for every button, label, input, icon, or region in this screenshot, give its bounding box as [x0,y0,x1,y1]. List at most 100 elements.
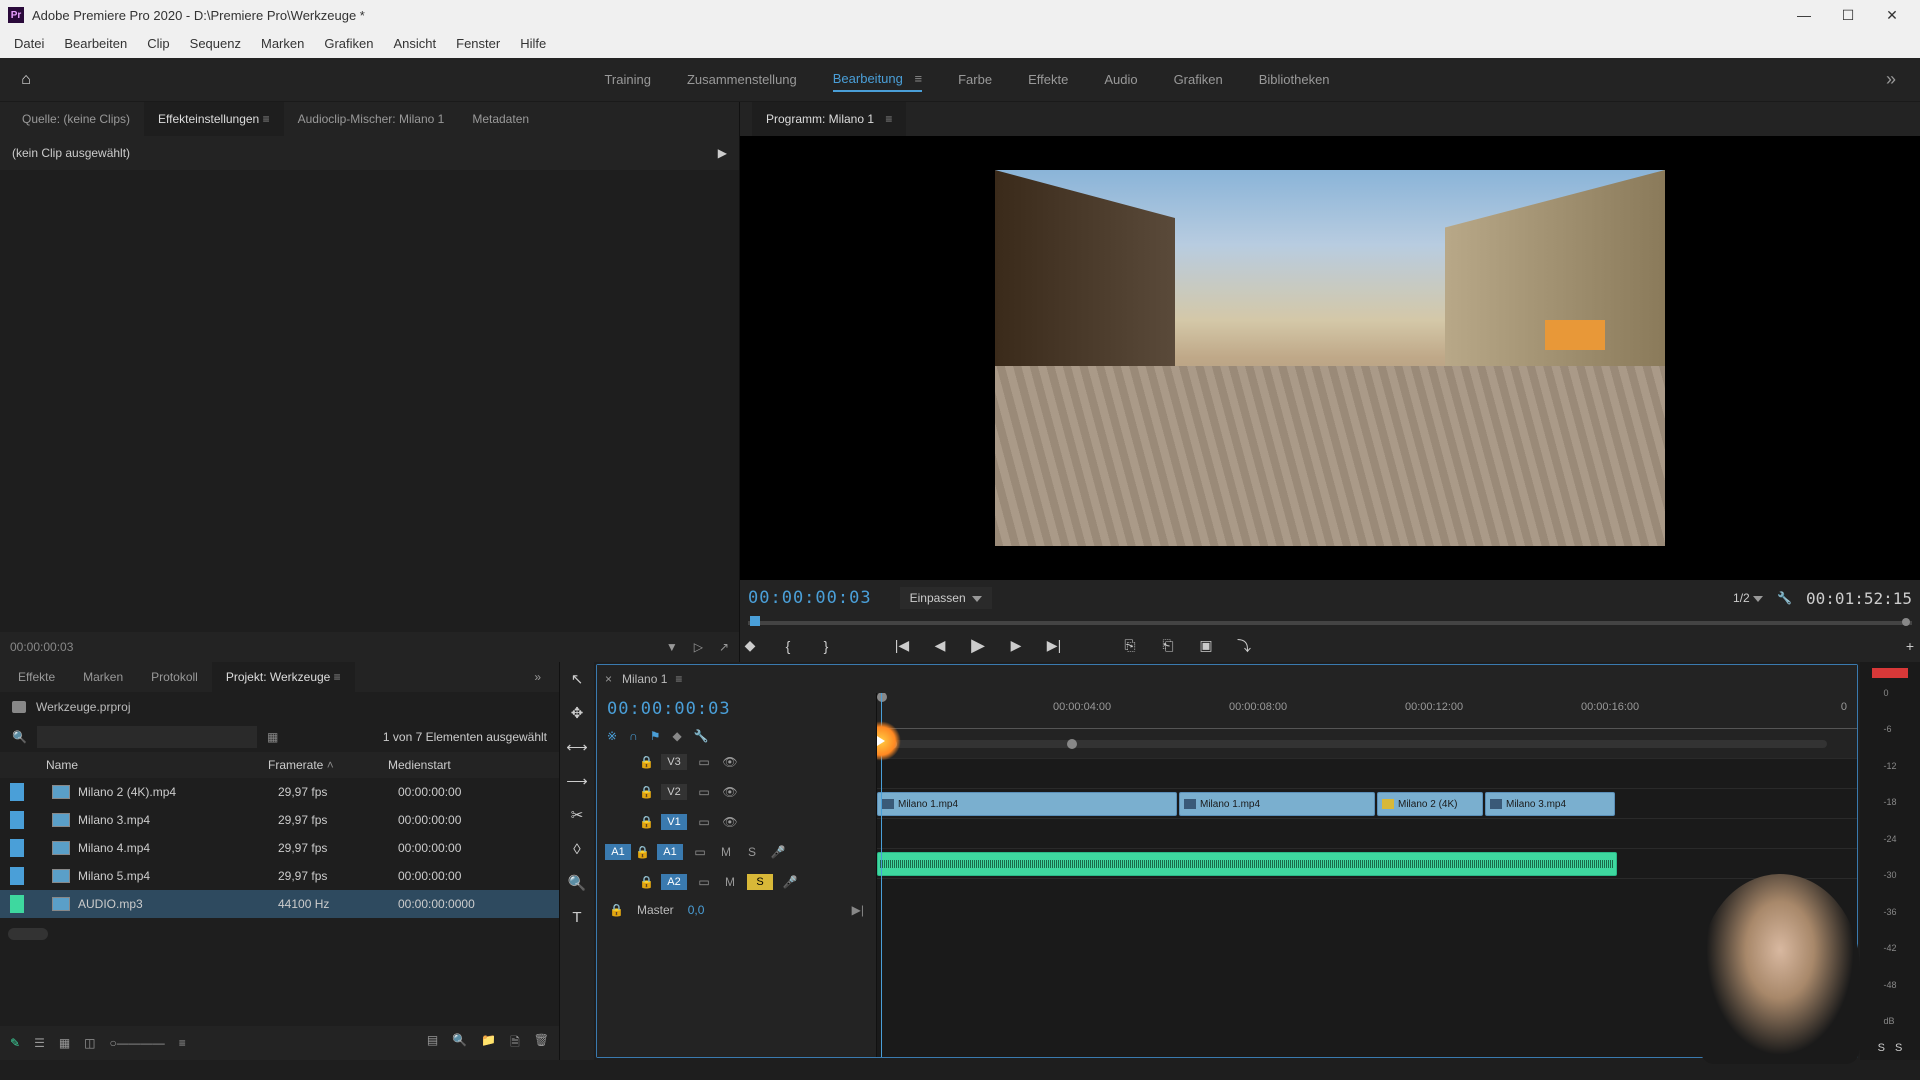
lock-icon[interactable]: 🔒 [639,875,653,889]
lock-icon[interactable]: 🔒 [635,845,649,859]
timeline-timecode[interactable]: 00:00:00:03 [607,699,731,719]
column-mediastart[interactable]: Medienstart [380,758,520,772]
time-ruler[interactable]: 00:00:04:0000:00:08:0000:00:12:0000:00:1… [877,693,1857,729]
settings-icon[interactable]: 🔧 [1777,591,1792,605]
menu-datei[interactable]: Datei [4,30,54,58]
column-framerate[interactable]: Framerate ˄ [260,758,380,772]
export-frame-button[interactable]: ▣ [1196,636,1216,656]
snap-icon[interactable]: ※ [607,729,617,743]
minimize-button[interactable]: — [1784,1,1824,29]
goto-end-icon[interactable]: ▶| [852,903,864,917]
track-header-v1[interactable]: 🔒 V1 ▭ 👁 [597,807,876,837]
track-header-v3[interactable]: 🔒 V3 ▭ 👁 [597,747,876,777]
new-bin-icon[interactable]: ▦ [267,730,278,744]
menu-ansicht[interactable]: Ansicht [383,30,446,58]
track-select-tool[interactable]: ✥ [566,702,588,724]
pen-tool[interactable]: ◊ [566,838,588,860]
master-level[interactable]: 0,0 [688,903,705,917]
workspace-tab-audio[interactable]: Audio [1104,68,1137,91]
close-button[interactable]: ✕ [1872,1,1912,29]
track-header-v2[interactable]: 🔒 V2 ▭ 👁 [597,777,876,807]
workspace-tab-zusammenstellung[interactable]: Zusammenstellung [687,68,797,91]
voiceover-icon[interactable]: 🎤 [781,875,799,889]
workspace-tab-effekte[interactable]: Effekte [1028,68,1068,91]
goto-in-button[interactable]: |◀ [892,636,912,656]
sequence-menu-icon[interactable]: ≡ [675,672,682,686]
linked-selection-icon[interactable]: ∩ [629,729,638,743]
selection-tool[interactable]: ↖ [566,668,588,690]
lock-icon[interactable]: 🔒 [639,755,653,769]
eye-icon[interactable]: 👁 [721,815,739,829]
zoom-slider[interactable]: ○———— [110,1036,165,1050]
button-editor[interactable]: + [1900,636,1920,656]
menu-hilfe[interactable]: Hilfe [510,30,556,58]
video-clip[interactable]: Milano 1.mp4 [1179,792,1375,816]
project-tab[interactable]: Protokoll [137,662,212,692]
source-patch-a1[interactable]: A1 [605,844,631,860]
sync-lock-icon[interactable]: ▭ [695,875,713,889]
mark-in-button[interactable]: { [778,636,798,656]
program-monitor[interactable] [740,136,1920,580]
pen-icon[interactable]: ✎ [10,1036,20,1050]
project-row[interactable]: AUDIO.mp344100 Hz00:00:00:0000 [0,890,559,918]
extract-button[interactable]: ⎗ [1158,636,1178,656]
automate-icon[interactable]: ▤ [427,1033,438,1054]
menu-grafiken[interactable]: Grafiken [314,30,383,58]
solo-button[interactable]: S [747,874,773,890]
zoom-tool[interactable]: 🔍 [566,872,588,894]
workspace-overflow[interactable]: » [1874,69,1908,90]
export-frame-icon[interactable]: ↗ [719,640,729,654]
search-icon[interactable]: 🔍 [12,730,27,744]
audio-clip[interactable] [877,852,1617,876]
voiceover-icon[interactable]: 🎤 [769,845,787,859]
track-a1[interactable] [877,819,1857,849]
type-tool[interactable]: T [566,906,588,928]
mark-out-button[interactable]: } [816,636,836,656]
sync-lock-icon[interactable]: ▭ [695,815,713,829]
program-scrubber[interactable] [748,616,1912,629]
program-timecode[interactable]: 00:00:00:03 [748,588,872,608]
project-row[interactable]: Milano 2 (4K).mp429,97 fps00:00:00:00 [0,778,559,806]
icon-view-icon[interactable]: ▦ [59,1036,70,1050]
track-a2[interactable] [877,849,1857,879]
workspace-tab-bibliotheken[interactable]: Bibliotheken [1259,68,1330,91]
peak-indicator[interactable] [1872,668,1908,678]
loop-icon[interactable]: ▷ [694,640,703,654]
filter-icon[interactable]: ▼ [666,640,678,654]
rolling-edit-tool[interactable]: ⟶ [566,770,588,792]
ripple-edit-tool[interactable]: ⟷ [566,736,588,758]
sync-lock-icon[interactable]: ▭ [691,845,709,859]
eye-icon[interactable]: 👁 [721,785,739,799]
lock-icon[interactable]: 🔒 [639,785,653,799]
list-view-icon[interactable]: ☰ [34,1036,45,1050]
find-icon[interactable]: 🔍 [452,1033,467,1054]
track-header-a2[interactable]: 🔒 A2 ▭ M S 🎤 [597,867,876,897]
project-tab[interactable]: Marken [69,662,137,692]
razor-tool[interactable]: ✂ [566,804,588,826]
track-header-a1[interactable]: A1 🔒 A1 ▭ M S 🎤 [597,837,876,867]
sync-lock-icon[interactable]: ▭ [695,755,713,769]
eye-icon[interactable]: 👁 [721,755,739,769]
source-tab[interactable]: Quelle: (keine Clips) [8,102,144,136]
timeline-zoom-bar[interactable] [887,740,1827,748]
step-forward-button[interactable]: ▶ [1006,636,1026,656]
master-track[interactable]: 🔒 Master 0,0 ▶| [597,897,876,923]
video-clip[interactable]: Milano 1.mp4 [877,792,1177,816]
menu-bearbeiten[interactable]: Bearbeiten [54,30,137,58]
home-button[interactable]: ⌂ [12,66,40,94]
menu-fenster[interactable]: Fenster [446,30,510,58]
sync-lock-icon[interactable]: ▭ [695,785,713,799]
solo-button[interactable]: S [743,845,761,859]
new-bin-button[interactable]: 📁 [481,1033,496,1054]
project-row[interactable]: Milano 4.mp429,97 fps00:00:00:00 [0,834,559,862]
program-tab[interactable]: Programm: Milano 1 ≡ [752,102,906,136]
add-marker-button[interactable]: ◆ [740,636,760,656]
source-tab[interactable]: Effekteinstellungen ≡ [144,102,284,136]
menu-clip[interactable]: Clip [137,30,179,58]
lock-icon[interactable]: 🔒 [609,903,623,917]
workspace-tab-training[interactable]: Training [604,68,650,91]
menu-marken[interactable]: Marken [251,30,314,58]
lift-button[interactable]: ⎘ [1120,636,1140,656]
workspace-tab-grafiken[interactable]: Grafiken [1174,68,1223,91]
horizontal-scrollbar[interactable] [8,928,48,940]
